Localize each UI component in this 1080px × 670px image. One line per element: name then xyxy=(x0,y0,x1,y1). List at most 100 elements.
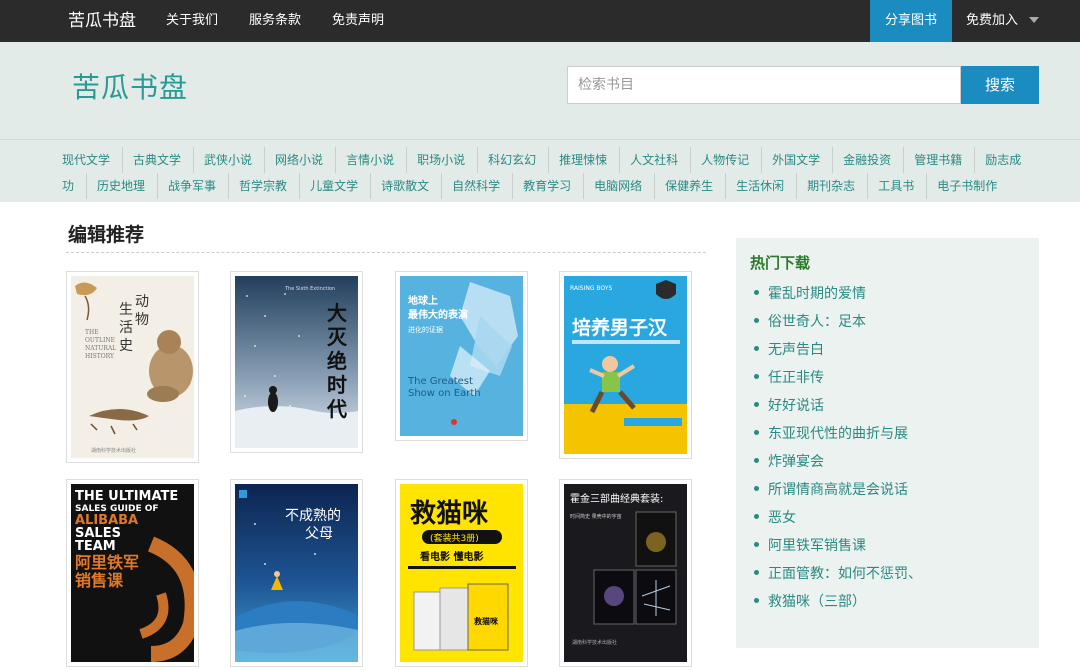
book-card[interactable]: 救猫咪 (套装共3册) 看电影 懂电影 救猫咪 xyxy=(395,479,528,667)
cover-art: 霍金三部曲经典套装: 时间简史 果壳中的宇宙 湖南科学技术出版社 xyxy=(564,484,687,662)
hot-download-item[interactable]: 炸弹宴会 xyxy=(754,448,922,476)
book-cover[interactable]: 动 物 生 活 史 THE OUTLINE NATURAL HISTORY 湖南… xyxy=(71,276,194,458)
category-link[interactable]: 教育学习 xyxy=(512,173,583,199)
hot-download-item[interactable]: 霍乱时期的爱情 xyxy=(754,280,922,308)
hot-download-label[interactable]: 无声告白 xyxy=(768,342,824,358)
svg-text:The Sixth Extinction: The Sixth Extinction xyxy=(284,286,335,292)
hot-download-label[interactable]: 俗世奇人：足本 xyxy=(768,314,866,330)
cover-title: 霍金三部曲经典套装: xyxy=(570,492,663,505)
category-link[interactable]: 现代文学 xyxy=(62,147,122,173)
nav-terms[interactable]: 服务条款 xyxy=(249,0,301,42)
category-link[interactable]: 保健养生 xyxy=(654,173,725,199)
bullet-icon xyxy=(754,541,759,547)
category-link[interactable]: 金融投资 xyxy=(832,147,903,173)
category-nav: 现代文学 古典文学 武侠小说 网络小说 言情小说 职场小说 科幻玄幻 推理悚悚 人文社科 人物传记… xyxy=(0,140,1080,202)
category-link[interactable]: 功 xyxy=(62,173,86,199)
category-link[interactable]: 管理书籍 xyxy=(903,147,974,173)
book-card[interactable]: 大 灭 绝 时 代 The Sixth Extinction xyxy=(230,271,363,453)
book-cover[interactable]: 霍金三部曲经典套装: 时间简史 果壳中的宇宙 湖南科学技术出版社 xyxy=(564,484,687,662)
category-link[interactable]: 自然科学 xyxy=(441,173,512,199)
svg-text:The Greatest: The Greatest xyxy=(407,376,473,387)
book-cover[interactable]: THE ULTIMATE SALES GUIDE OF ALIBABA SALE… xyxy=(71,484,194,662)
cover-title: 地球上 xyxy=(408,294,438,307)
category-link[interactable]: 职场小说 xyxy=(406,147,477,173)
hot-download-label[interactable]: 炸弹宴会 xyxy=(768,454,824,470)
category-link[interactable]: 外国文学 xyxy=(761,147,832,173)
category-link[interactable]: 哲学宗教 xyxy=(228,173,299,199)
hot-download-item[interactable]: 恶女 xyxy=(754,504,922,532)
category-link[interactable]: 人文社科 xyxy=(619,147,690,173)
category-link[interactable]: 儿童文学 xyxy=(299,173,370,199)
svg-text:销售课: 销售课 xyxy=(75,571,124,590)
category-row: 功历史地理 战争军事 哲学宗教 儿童文学 诗歌散文 自然科学 教育学习 电脑网络 保健养生 生活休… xyxy=(62,173,1009,199)
svg-text:NATURAL: NATURAL xyxy=(85,345,116,352)
search-input[interactable]: 检索书目 xyxy=(567,66,961,104)
hot-download-label[interactable]: 所谓情商高就是会说话 xyxy=(768,482,908,498)
hot-download-item[interactable]: 俗世奇人：足本 xyxy=(754,308,922,336)
brand-link[interactable]: 苦瓜书盘 xyxy=(68,0,136,42)
free-join-menu[interactable]: 免费加入 xyxy=(966,0,1018,42)
search-button[interactable]: 搜索 xyxy=(961,66,1039,104)
bullet-icon xyxy=(754,485,759,491)
bullet-icon xyxy=(754,373,759,379)
hot-download-label[interactable]: 阿里铁军销售课 xyxy=(768,538,866,554)
bullet-icon xyxy=(754,345,759,351)
book-cover[interactable]: 地球上 最伟大的表演 进化的证据 The Greatest Show on Ea… xyxy=(400,276,523,436)
cover-title: 阿里铁军 xyxy=(75,553,139,572)
svg-text:(套装共3册): (套装共3册) xyxy=(430,532,479,544)
nav-about[interactable]: 关于我们 xyxy=(166,0,218,42)
cover-title: 动 xyxy=(135,294,149,310)
book-card[interactable]: 霍金三部曲经典套装: 时间简史 果壳中的宇宙 湖南科学技术出版社 xyxy=(559,479,692,667)
category-link[interactable]: 人物传记 xyxy=(690,147,761,173)
category-link[interactable]: 历史地理 xyxy=(86,173,157,199)
bullet-icon xyxy=(754,513,759,519)
category-link[interactable]: 工具书 xyxy=(867,173,926,199)
category-link[interactable]: 电脑网络 xyxy=(583,173,654,199)
book-card[interactable]: 不成熟的 父母 xyxy=(230,479,363,667)
chevron-down-icon[interactable] xyxy=(1029,17,1039,23)
hot-download-item[interactable]: 阿里铁军销售课 xyxy=(754,532,922,560)
hot-download-item[interactable]: 正面管教：如何不惩罚、 xyxy=(754,560,922,588)
category-link[interactable]: 励志成 xyxy=(974,147,1033,173)
category-link[interactable]: 生活休闲 xyxy=(725,173,796,199)
book-card[interactable]: RAISING BOYS 培养男子汉 xyxy=(559,271,692,459)
nav-disclaimer[interactable]: 免责声明 xyxy=(332,0,384,42)
svg-text:活: 活 xyxy=(119,320,133,336)
hot-download-item[interactable]: 所谓情商高就是会说话 xyxy=(754,476,922,504)
category-link[interactable]: 言情小说 xyxy=(335,147,406,173)
cover-title: 培养男子汉 xyxy=(572,316,668,339)
hot-download-item[interactable]: 好好说话 xyxy=(754,392,922,420)
hot-download-label[interactable]: 救猫咪（三部） xyxy=(768,594,866,610)
book-card[interactable]: 动 物 生 活 史 THE OUTLINE NATURAL HISTORY 湖南… xyxy=(66,271,199,463)
hot-download-label[interactable]: 任正非传 xyxy=(768,370,824,386)
hot-download-label[interactable]: 正面管教：如何不惩罚、 xyxy=(768,566,922,582)
book-cover[interactable]: 救猫咪 (套装共3册) 看电影 懂电影 救猫咪 xyxy=(400,484,523,662)
book-cover[interactable]: 大 灭 绝 时 代 The Sixth Extinction xyxy=(235,276,358,448)
category-link[interactable]: 网络小说 xyxy=(264,147,335,173)
category-link[interactable]: 电子书制作 xyxy=(926,173,1009,199)
share-books-button[interactable]: 分享图书 xyxy=(870,0,952,42)
hot-download-label[interactable]: 恶女 xyxy=(768,510,796,526)
book-cover[interactable]: RAISING BOYS 培养男子汉 xyxy=(564,276,687,454)
hot-download-item[interactable]: 东亚现代性的曲折与展 xyxy=(754,420,922,448)
category-link[interactable]: 期刊杂志 xyxy=(796,173,867,199)
section-title: 编辑推荐 xyxy=(68,224,145,246)
category-link[interactable]: 推理悚悚 xyxy=(548,147,619,173)
svg-text:TEAM: TEAM xyxy=(75,539,116,554)
hot-download-item[interactable]: 救猫咪（三部） xyxy=(754,588,922,616)
book-cover[interactable]: 不成熟的 父母 xyxy=(235,484,358,662)
category-link[interactable]: 诗歌散文 xyxy=(370,173,441,199)
category-link[interactable]: 武侠小说 xyxy=(193,147,264,173)
hot-download-item[interactable]: 无声告白 xyxy=(754,336,922,364)
hot-download-label[interactable]: 霍乱时期的爱情 xyxy=(768,286,866,302)
category-link[interactable]: 古典文学 xyxy=(122,147,193,173)
category-link[interactable]: 战争军事 xyxy=(157,173,228,199)
hot-download-label[interactable]: 好好说话 xyxy=(768,398,824,414)
site-logo[interactable]: 苦瓜书盘 xyxy=(72,66,188,106)
category-link[interactable]: 科幻玄幻 xyxy=(477,147,548,173)
bullet-icon xyxy=(754,429,759,435)
book-card[interactable]: 地球上 最伟大的表演 进化的证据 The Greatest Show on Ea… xyxy=(395,271,528,441)
hot-download-item[interactable]: 任正非传 xyxy=(754,364,922,392)
hot-download-label[interactable]: 东亚现代性的曲折与展 xyxy=(768,426,908,442)
book-card[interactable]: THE ULTIMATE SALES GUIDE OF ALIBABA SALE… xyxy=(66,479,199,667)
